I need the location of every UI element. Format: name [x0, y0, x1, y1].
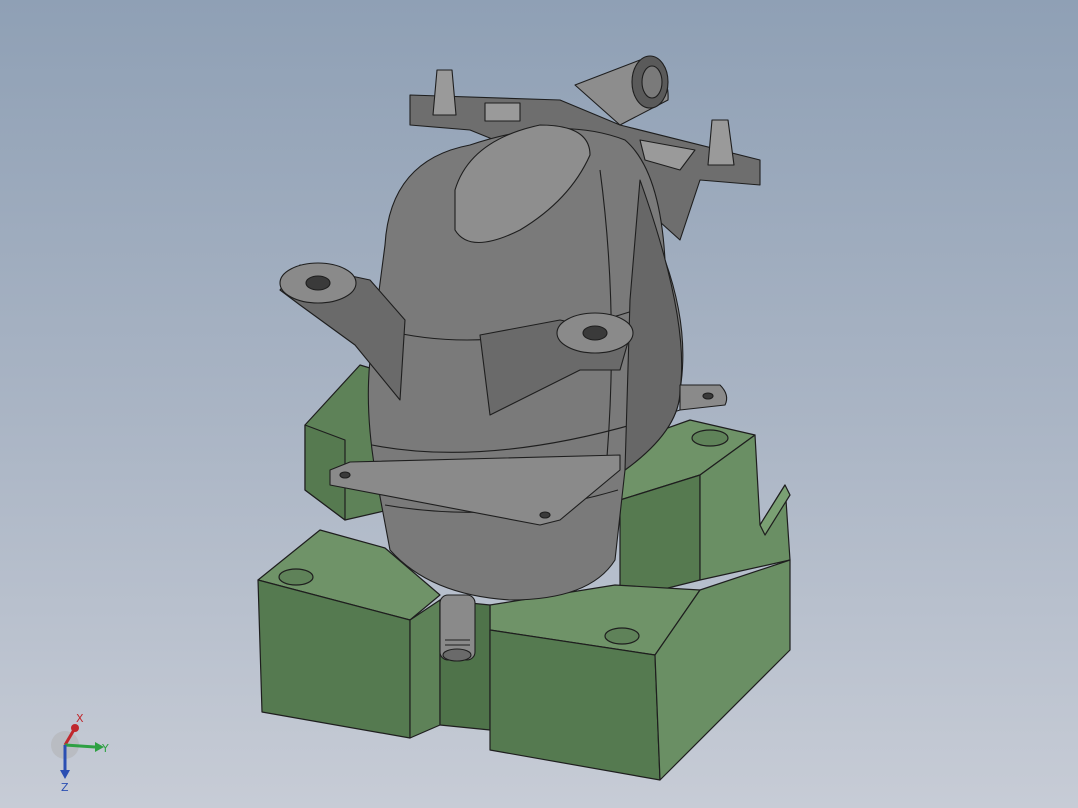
bracket-clip-right [707, 119, 735, 166]
fixture-right-front-face [489, 629, 661, 781]
fixture-hole-top-right [691, 429, 729, 447]
triad-x-label: X [76, 712, 84, 725]
fixture-hole-left [278, 568, 314, 586]
fixture-hole-front-right [604, 627, 640, 645]
bracket-clip-left [432, 69, 457, 116]
triad-z-label: Z [61, 781, 69, 794]
orientation-triad[interactable]: X Y Z [40, 700, 130, 800]
triad-y-label: Y [101, 742, 109, 755]
cad-graphics-viewport[interactable]: X Y Z [0, 0, 1078, 808]
triad-y-axis [64, 743, 96, 749]
3d-model-scene[interactable] [0, 0, 1078, 808]
